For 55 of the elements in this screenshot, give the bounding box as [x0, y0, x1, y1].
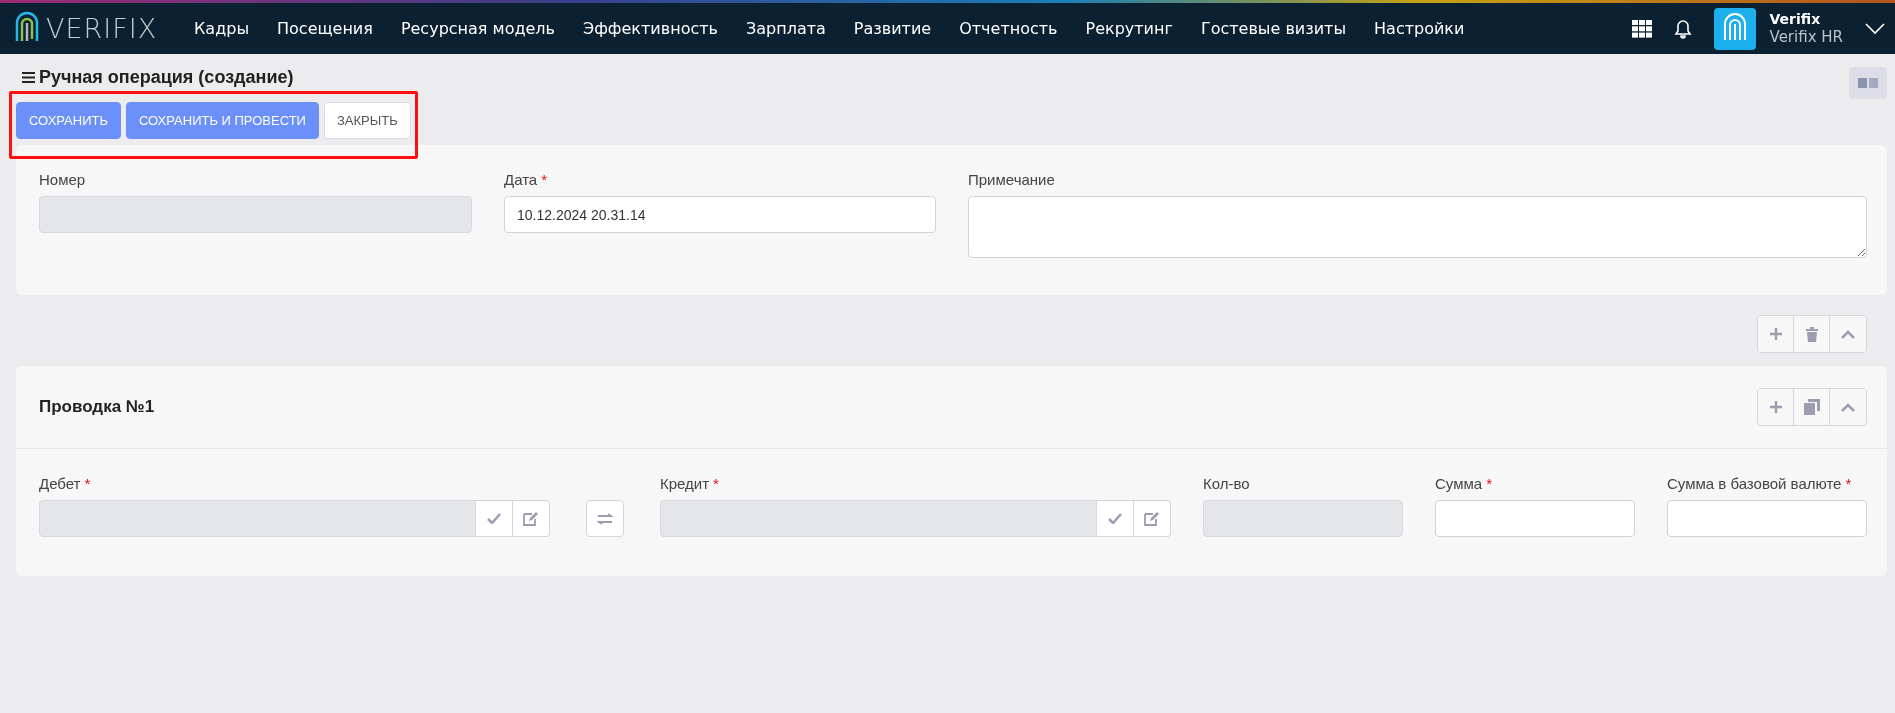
apps-grid-icon[interactable] [1631, 19, 1652, 38]
edit-button[interactable] [513, 500, 550, 537]
translate-icon [1858, 78, 1878, 88]
trash-icon [1805, 326, 1818, 342]
nav-menu-item[interactable]: Кадры [180, 19, 263, 38]
edit-button[interactable] [1134, 500, 1171, 537]
chevron-down-icon[interactable] [1865, 22, 1885, 35]
swap-arrows-icon [597, 512, 613, 525]
field-label: Кол-во [1203, 475, 1251, 492]
field-label: Примечание [968, 171, 1056, 188]
field-label: Кредит * [660, 475, 720, 492]
field-label: Дата * [504, 171, 549, 188]
nav-menu-item[interactable]: Ресурсная модель [386, 19, 569, 38]
field-label: Сумма * [1435, 475, 1493, 492]
add-button[interactable] [1758, 389, 1794, 425]
nav-menu-item[interactable]: Эффективность [569, 19, 732, 38]
edit-icon [523, 511, 539, 526]
check-button[interactable] [476, 500, 513, 537]
nav-menu-item[interactable]: Настройки [1360, 19, 1479, 38]
nav-menu-item[interactable]: Развитие [839, 19, 946, 38]
toolbar-button[interactable]: ЗАКРЫТЬ [323, 102, 411, 139]
bell-icon[interactable] [1673, 18, 1692, 39]
nav-menu-item[interactable]: Гостевые визиты [1186, 19, 1361, 38]
field-label: Дебет * [39, 475, 92, 492]
nav-menu-item[interactable]: Зарплата [731, 19, 840, 38]
input-field[interactable] [1667, 500, 1867, 537]
fingerprint-avatar-icon[interactable] [1713, 7, 1756, 50]
nav-menu-item[interactable]: Рекрутинг [1071, 19, 1187, 38]
plus-icon [1768, 400, 1783, 414]
field-label: Сумма в базовой валюте * [1667, 475, 1853, 492]
field-label: Номер [39, 171, 87, 188]
input-field[interactable]: 10.12.2024 20.31.14 [504, 196, 936, 233]
copy-icon [1803, 399, 1820, 415]
swap-button[interactable] [586, 500, 624, 537]
company-name: Verifix HR [1769, 28, 1843, 46]
chevron-up-icon [1841, 402, 1855, 412]
page-title: Ручная операция (создание) [39, 66, 294, 88]
input-field[interactable] [1435, 500, 1635, 537]
language-toggle-button[interactable] [1849, 67, 1887, 99]
plus-icon [1768, 327, 1783, 341]
delete-button[interactable] [1794, 316, 1830, 352]
logo-text: VERIFIX [46, 13, 158, 44]
collapse-button[interactable] [1830, 316, 1866, 352]
checkmark-icon [487, 513, 501, 524]
add-button[interactable] [1758, 316, 1794, 352]
menu-icon[interactable] [22, 71, 35, 83]
nav-menu-item[interactable]: Отчетность [945, 19, 1072, 38]
user-name: Verifix [1769, 11, 1822, 27]
note-textarea[interactable] [968, 196, 1867, 258]
chevron-up-icon [1841, 329, 1855, 339]
entry-title: Проводка №1 [39, 397, 155, 417]
checkmark-icon [1108, 513, 1122, 524]
nav-menu-item[interactable]: Посещения [263, 19, 387, 38]
edit-icon [1144, 511, 1160, 526]
check-button[interactable] [1097, 500, 1134, 537]
